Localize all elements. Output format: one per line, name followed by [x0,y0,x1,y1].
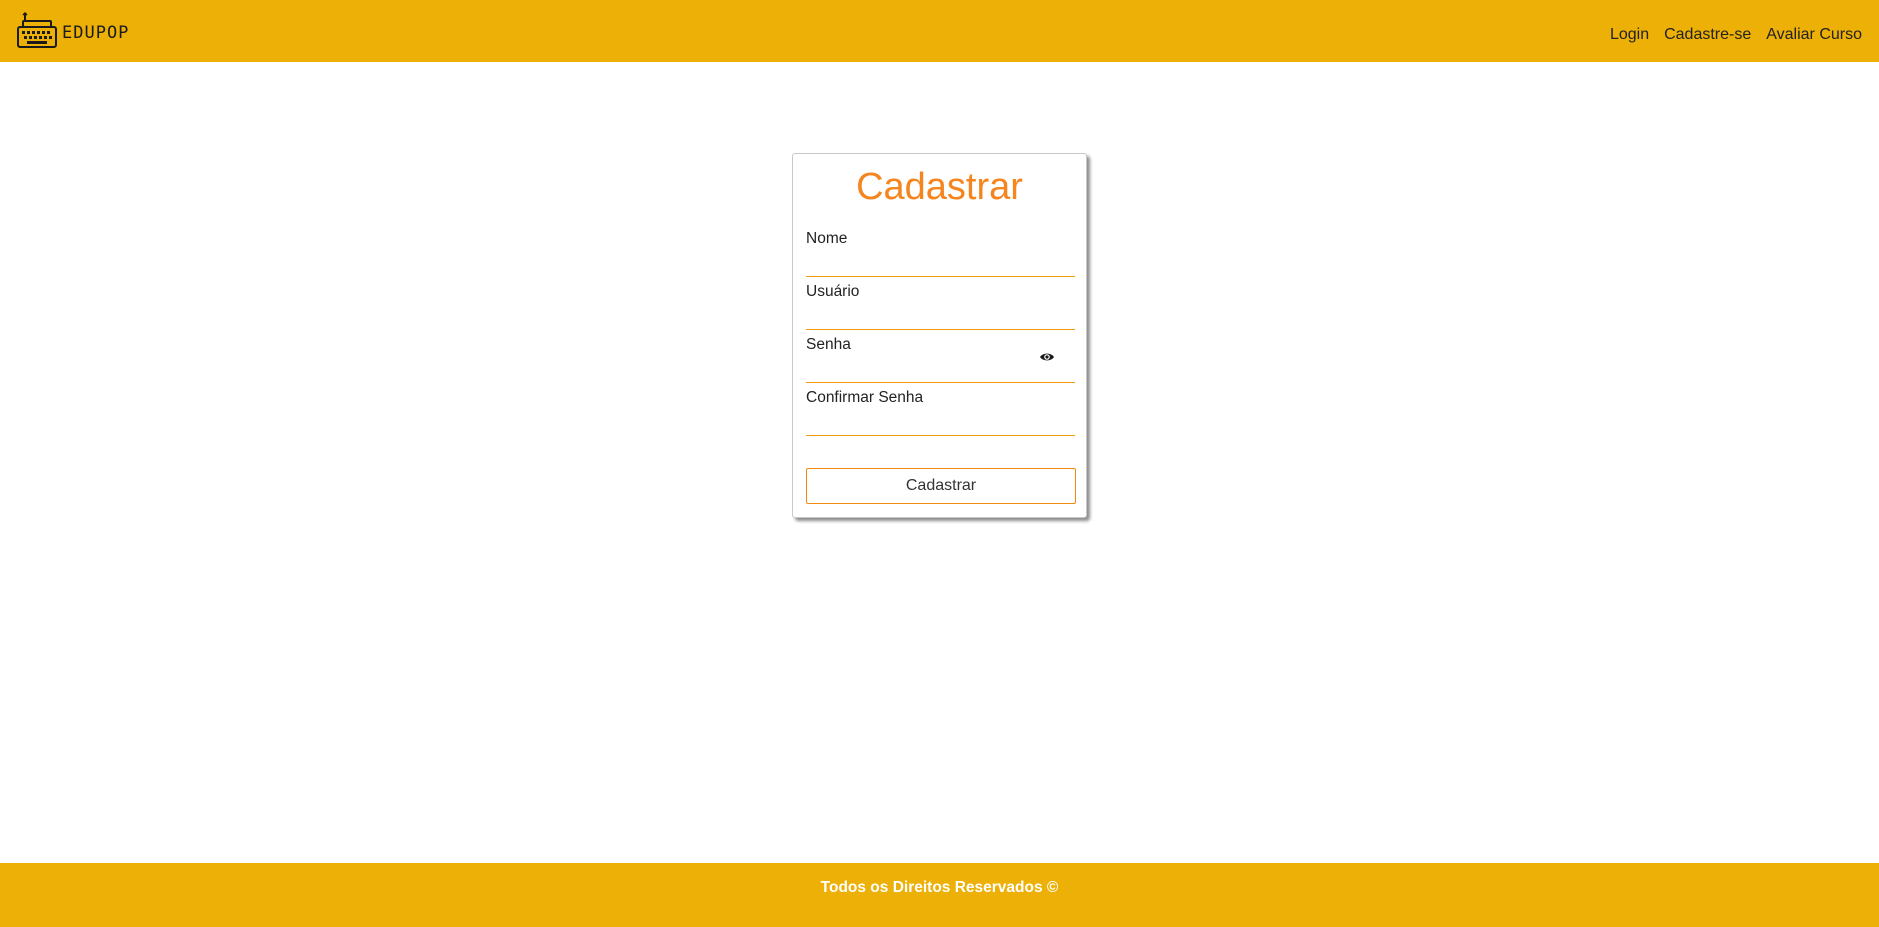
usuario-label: Usuário [806,283,860,300]
senha-label: Senha [806,336,851,353]
nome-field: Nome [806,230,1075,277]
eye-icon[interactable] [1039,350,1055,362]
register-card: Cadastrar Nome Usuário Senha Confirmar S… [792,153,1087,518]
nome-input[interactable] [806,252,1075,274]
footer-text: Todos os Direitos Reservados © [820,879,1059,896]
senha-input[interactable] [806,358,1075,380]
nav-link-login[interactable]: Login [1610,26,1649,44]
usuario-field: Usuário [806,283,1075,330]
confirmar-senha-field: Confirmar Senha [806,389,1075,436]
nav-links: Login Cadastre-se Avaliar Curso [1610,26,1862,44]
confirmar-senha-input[interactable] [806,411,1075,433]
top-navbar: EDUPOP Login Cadastre-se Avaliar Curso [0,0,1879,62]
nome-label: Nome [806,230,848,247]
usuario-input[interactable] [806,305,1075,327]
brand-name: EDUPOP [62,23,130,43]
footer: Todos os Direitos Reservados © [0,863,1879,927]
nav-link-avaliar-curso[interactable]: Avaliar Curso [1766,26,1862,44]
typewriter-icon [17,11,57,49]
confirmar-senha-label: Confirmar Senha [806,389,924,406]
brand[interactable]: EDUPOP [17,10,129,50]
nav-link-cadastre-se[interactable]: Cadastre-se [1664,26,1751,44]
senha-field: Senha [806,336,1075,383]
form-title: Cadastrar [856,166,1023,208]
cadastrar-button[interactable]: Cadastrar [806,468,1076,504]
